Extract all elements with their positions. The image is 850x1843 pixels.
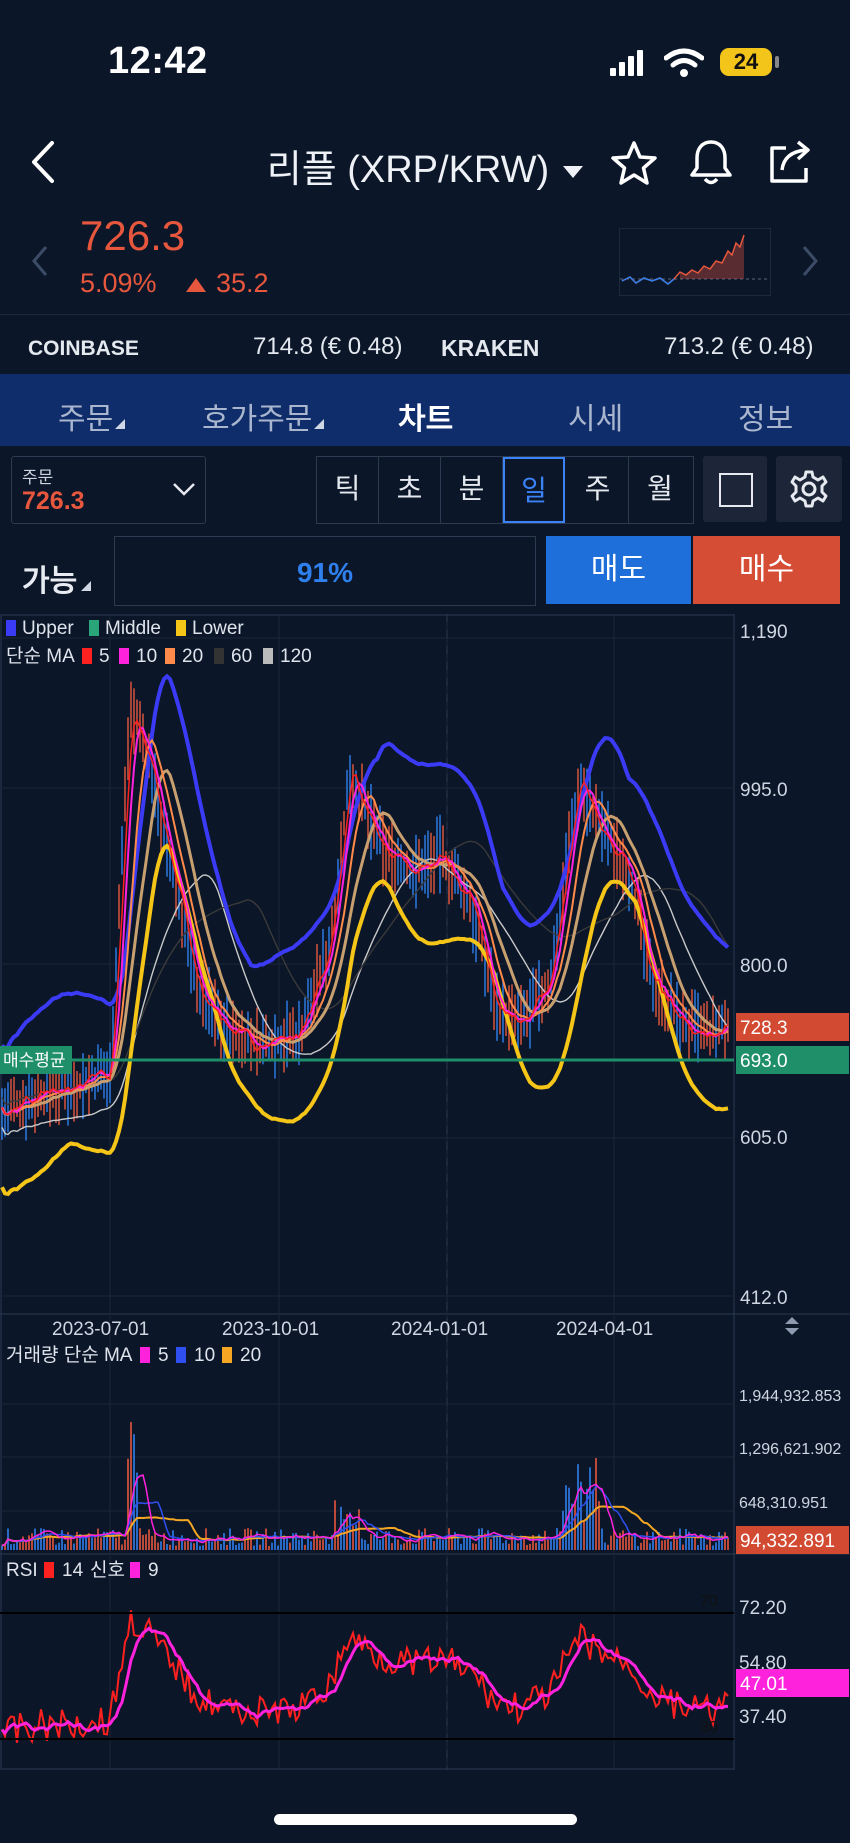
gear-icon — [790, 470, 828, 508]
tab-info[interactable]: 정보 — [738, 394, 793, 438]
volume-legend-20: 20 — [240, 1345, 261, 1366]
prev-chevron-icon[interactable] — [30, 244, 50, 278]
change-amount-value: 35.2 — [216, 268, 269, 298]
chart-layout-button[interactable] — [703, 456, 767, 522]
wifi-icon — [664, 48, 704, 77]
legend-middle: Middle — [105, 618, 161, 639]
period-selector: 틱 초 분 일 주 월 — [316, 456, 694, 524]
x-tick-2023-10: 2023-10-01 — [222, 1319, 319, 1340]
mini-chart[interactable] — [619, 228, 771, 296]
tab-market[interactable]: 시세 — [568, 394, 623, 438]
legend-ma-20: 20 — [182, 646, 203, 667]
tab-order[interactable]: 주문 — [58, 394, 126, 438]
volume-tick-2: 1,296,621.902 — [739, 1441, 841, 1458]
rsi-last-label: 47.01 — [740, 1674, 788, 1695]
chevron-down-icon — [173, 483, 195, 496]
avg-buy-label: 매수평균 — [3, 1051, 66, 1070]
buy-button[interactable]: 매수 — [693, 536, 840, 604]
avg-buy-value: 693.0 — [740, 1051, 788, 1072]
period-tick[interactable]: 틱 — [317, 457, 379, 523]
legend-upper-swatch — [6, 620, 16, 636]
star-icon[interactable] — [610, 140, 658, 186]
exchange-row: COINBASE 714.8 (€ 0.48) KRAKEN 713.2 (€ … — [0, 314, 850, 375]
y-tick-995: 995.0 — [740, 780, 788, 801]
battery-indicator: 24 — [720, 48, 772, 76]
next-chevron-icon[interactable] — [800, 244, 820, 278]
volume-tick-1: 1,944,932.853 — [739, 1388, 841, 1405]
battery-cap — [775, 56, 779, 68]
quantity-percent-value: 91% — [296, 557, 354, 588]
exchange-coinbase-label: COINBASE — [28, 337, 139, 360]
change-percent: 5.09% — [80, 268, 157, 298]
y-tick-1190: 1,190 — [740, 622, 788, 643]
order-select-label: 주문 — [22, 468, 54, 487]
legend-ma-5: 5 — [99, 646, 110, 667]
chevron-down-icon — [563, 165, 584, 178]
sell-button[interactable]: 매도 — [546, 536, 691, 604]
title-text: 리플 (XRP/KRW) — [266, 149, 550, 191]
bell-icon[interactable] — [688, 138, 734, 188]
rsi-level-30: 30 — [700, 1719, 718, 1736]
rsi-level-70: 70 — [700, 1593, 718, 1610]
y-tick-605: 605.0 — [740, 1128, 788, 1149]
x-tick-2024-04: 2024-04-01 — [556, 1319, 653, 1340]
tab-bar: 주문 호가주문 차트 시세 정보 — [0, 374, 850, 446]
order-select-value: 726.3 — [22, 487, 85, 515]
period-week[interactable]: 주 — [567, 457, 629, 523]
rsi-title: RSI — [6, 1560, 38, 1581]
volume-title: 거래량 단순 MA — [6, 1344, 133, 1366]
legend-lower: Lower — [192, 618, 244, 639]
period-day[interactable]: 일 — [503, 457, 565, 523]
tab-limit-order[interactable]: 호가주문 — [202, 394, 325, 438]
rsi-tick-72: 72.20 — [739, 1598, 787, 1619]
square-icon — [719, 473, 753, 507]
period-second[interactable]: 초 — [379, 457, 441, 523]
y-tick-412: 412.0 — [740, 1288, 788, 1309]
price-chart[interactable]: Upper Middle Lower 단순 MA 5 10 20 60 120 … — [0, 614, 850, 1770]
legend-middle-swatch — [89, 620, 99, 636]
exchange-kraken-label: KRAKEN — [441, 335, 540, 361]
period-month[interactable]: 월 — [629, 457, 691, 523]
change-amount: 35.2 — [186, 268, 269, 299]
current-price: 726.3 — [80, 212, 186, 259]
rsi-legend-9: 9 — [148, 1560, 159, 1581]
legend-ma-title: 단순 MA — [6, 645, 75, 667]
legend-lower-swatch — [176, 620, 186, 636]
available-label[interactable]: 가능 — [22, 556, 92, 600]
volume-legend-5: 5 — [158, 1345, 169, 1366]
x-tick-2023-07: 2023-07-01 — [52, 1319, 149, 1340]
cellular-signal-icon — [610, 50, 643, 76]
legend-upper: Upper — [22, 618, 74, 639]
rsi-tick-37: 37.40 — [739, 1707, 787, 1728]
last-price-label: 728.3 — [740, 1018, 788, 1039]
order-select[interactable]: 주문 726.3 — [11, 456, 206, 524]
volume-last-label: 94,332.891 — [740, 1531, 835, 1552]
legend-ma-10: 10 — [136, 646, 157, 667]
chart-settings-button[interactable] — [776, 456, 842, 522]
y-tick-800: 800.0 — [740, 956, 788, 977]
rsi-legend-14: 14 — [62, 1560, 84, 1581]
quantity-percent-field[interactable]: 91% — [114, 536, 536, 606]
legend-ma-120: 120 — [280, 646, 312, 667]
share-icon[interactable] — [766, 138, 814, 186]
exchange-kraken-value: 713.2 (€ 0.48) — [664, 333, 814, 360]
home-indicator — [274, 1814, 577, 1825]
tab-chart[interactable]: 차트 — [398, 394, 453, 438]
period-minute[interactable]: 분 — [441, 457, 503, 523]
triangle-up-icon — [186, 278, 206, 292]
x-tick-2024-01: 2024-01-01 — [391, 1319, 488, 1340]
status-time: 12:42 — [108, 40, 208, 82]
rsi-legend-signal: 신호 — [90, 1559, 125, 1581]
exchange-coinbase-value: 714.8 (€ 0.48) — [253, 333, 403, 360]
legend-ma-60: 60 — [231, 646, 252, 667]
volume-legend-10: 10 — [194, 1345, 215, 1366]
volume-tick-3: 648,310.951 — [739, 1495, 828, 1512]
